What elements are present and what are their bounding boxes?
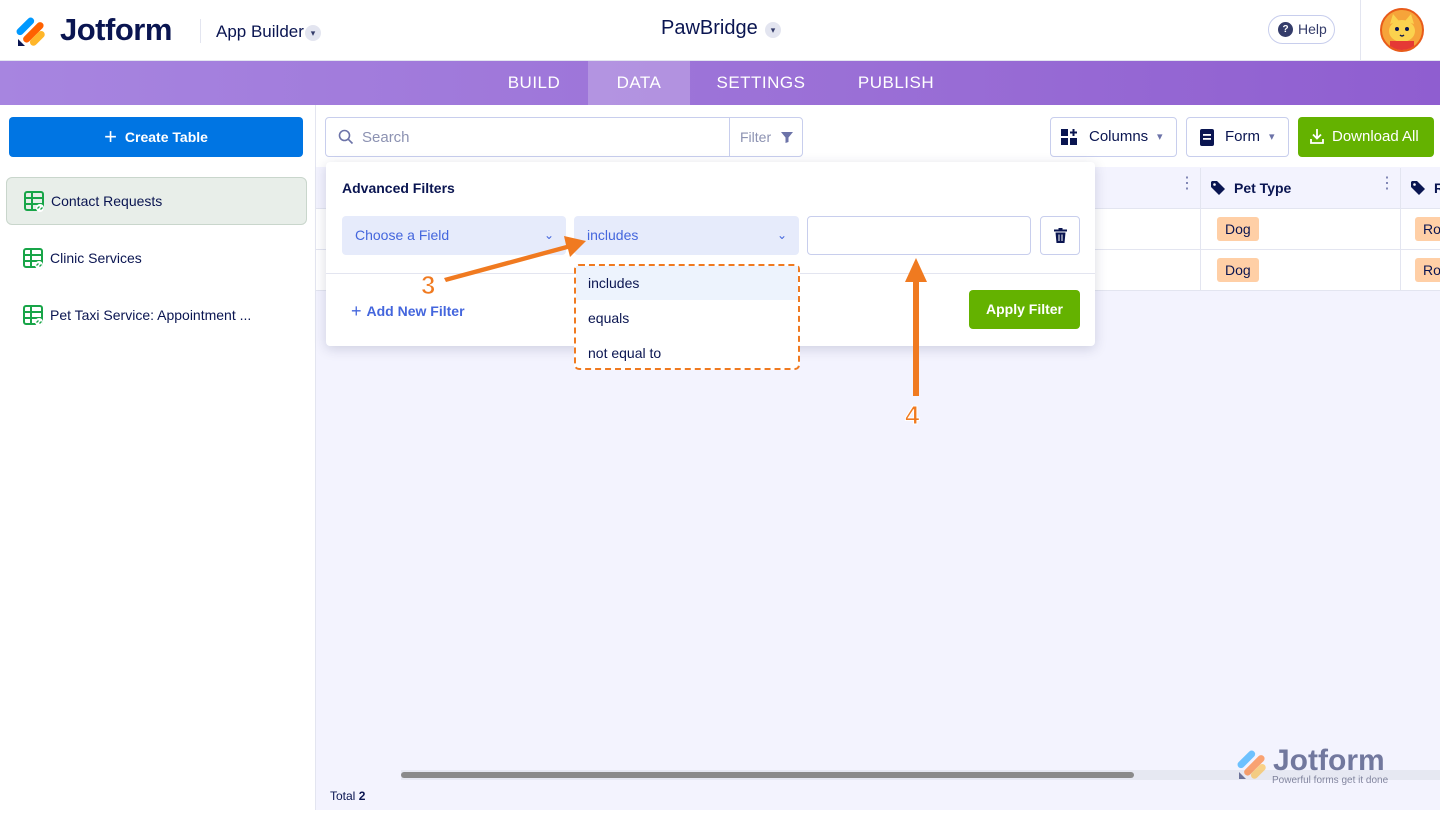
apply-filter-button[interactable]: Apply Filter [969,290,1080,329]
create-table-label: Create Table [124,129,208,145]
avatar[interactable] [1380,8,1424,52]
watermark-tagline: Powerful forms get it done [1272,775,1389,786]
funnel-icon [781,132,793,143]
option-includes[interactable]: includes [576,266,798,300]
app-nav-bar: BUILD DATA SETTINGS PUBLISH [0,61,1440,105]
tab-settings[interactable]: SETTINGS [690,61,832,105]
sidebar-item-label: Contact Requests [51,193,163,209]
column-header-pet-type[interactable]: Pet Type [1234,168,1291,208]
column-divider [1200,168,1201,291]
download-icon [1310,129,1324,144]
table-icon [24,191,44,212]
header-divider [1360,0,1361,61]
column-menu-icon[interactable]: ⋮ [1379,176,1395,192]
create-table-button[interactable]: + Create Table [9,117,303,157]
watermark-brand: Jotform [1273,744,1385,777]
table-icon [23,248,43,269]
pet-type-cell: Dog [1217,217,1259,241]
search-input[interactable] [362,118,722,156]
columns-button[interactable]: Columns ▾ [1050,117,1177,157]
total-count: 2 [358,789,366,803]
chevron-down-icon[interactable]: ▾ [765,22,781,38]
operator-select-value: includes [587,227,639,243]
download-all-button[interactable]: Download All [1298,117,1434,157]
tab-publish[interactable]: PUBLISH [832,61,960,105]
sidebar-item-label: Clinic Services [50,250,142,266]
option-equals[interactable]: equals [576,301,798,335]
jotform-logo-icon[interactable] [16,13,48,47]
pet-type-cell: Dog [1217,258,1259,282]
question-icon: ? [1278,22,1293,37]
filter-button[interactable]: Filter [729,118,802,156]
download-label: Download All [1332,128,1419,145]
next-column-cell: Ro [1415,258,1440,282]
sidebar-item-label: Pet Taxi Service: Appointment ... [50,307,252,323]
app-builder-menu[interactable]: App Builder [216,22,304,42]
table-toolbar: Filter Columns ▾ Form ▾ [316,105,1440,167]
column-header-next[interactable]: R [1434,168,1440,208]
search-box: Filter [325,117,803,157]
brand-name: Jotform [60,12,172,47]
tab-build[interactable]: BUILD [481,61,587,105]
field-select-value: Choose a Field [355,227,450,243]
columns-label: Columns [1089,128,1149,145]
sidebar-item-clinic-services[interactable]: Clinic Services [6,234,307,282]
header-divider [200,19,201,43]
column-divider [1400,168,1401,291]
total-label: Total [330,789,356,803]
form-button[interactable]: Form ▾ [1186,117,1289,157]
tag-icon [1411,181,1425,195]
jotform-logo-icon [1237,750,1266,779]
sidebar-item-pet-taxi-service[interactable]: Pet Taxi Service: Appointment ... [6,291,307,339]
help-label: Help [1298,21,1327,37]
columns-icon [1061,129,1077,145]
top-header: Jotform App Builder ▾ PawBridge ▾ ? Help [0,0,1440,61]
trash-icon [1054,228,1067,243]
jotform-watermark: Jotform Powerful forms get it done [1236,744,1416,792]
choose-field-select[interactable]: Choose a Field ⌄ [342,216,566,255]
chevron-down-icon[interactable]: ▾ [305,25,321,41]
add-new-filter-button[interactable]: + Add New Filter [351,301,465,322]
form-icon [1200,129,1214,146]
chevron-down-icon: ⌄ [543,228,554,242]
help-button[interactable]: ? Help [1268,15,1335,44]
add-filter-label: Add New Filter [366,303,465,319]
plus-icon: + [104,124,117,149]
search-icon [338,129,354,145]
table-footer: Total 2 [316,779,401,810]
scrollbar-thumb[interactable] [401,772,1134,778]
delete-filter-button[interactable] [1040,216,1080,255]
tag-icon [1211,181,1225,195]
operator-dropdown: includes equals not equal to [574,264,800,370]
chevron-down-icon: ▾ [1269,131,1275,143]
cat-avatar-icon [1382,10,1422,50]
table-icon [23,305,43,326]
app-title[interactable]: PawBridge [661,17,758,40]
filter-value-input[interactable] [807,216,1031,255]
filter-label: Filter [740,129,772,145]
plus-icon: + [351,301,362,321]
next-column-cell: Ro [1415,217,1440,241]
chevron-down-icon: ⌄ [776,228,787,242]
tables-sidebar: + Create Table Contact Requests Clinic Se… [0,105,316,810]
column-menu-icon[interactable]: ⋮ [1179,176,1195,192]
operator-select[interactable]: includes ⌄ [574,216,799,255]
sidebar-item-contact-requests[interactable]: Contact Requests [6,177,307,225]
form-label: Form [1225,128,1260,145]
option-not-equal-to[interactable]: not equal to [576,336,798,370]
chevron-down-icon: ▾ [1157,131,1163,143]
tab-data[interactable]: DATA [588,61,690,105]
advanced-filters-title: Advanced Filters [342,180,455,196]
